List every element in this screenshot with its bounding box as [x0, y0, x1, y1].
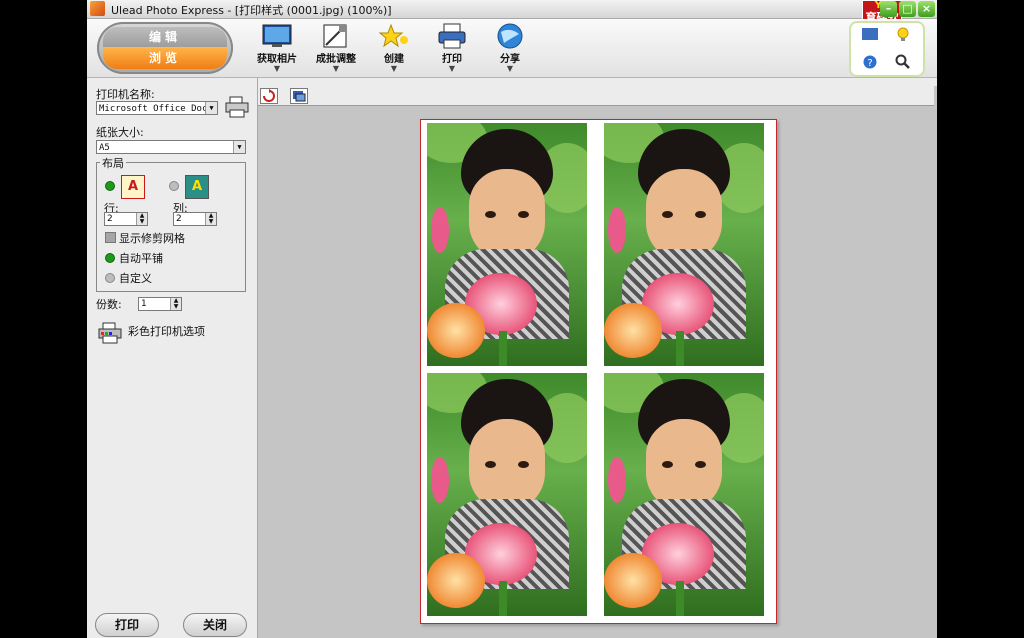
app-icon — [90, 1, 105, 16]
search-icon[interactable] — [895, 54, 911, 70]
mode-switch: 编辑 浏览 — [97, 22, 233, 74]
close-window-button[interactable]: × — [918, 1, 935, 17]
cols-value: 2 — [176, 214, 182, 224]
lightbulb-icon[interactable] — [895, 26, 911, 42]
cols-stepper[interactable]: 2 ▲ ▼ — [173, 212, 217, 226]
maximize-button[interactable]: □ — [899, 1, 916, 17]
rows-stepper[interactable]: 2 ▲ ▼ — [104, 212, 148, 226]
fit-page-icon[interactable] — [290, 88, 308, 104]
chevron-down-icon: ▼ — [332, 64, 340, 73]
tool-label: 获取相片 — [257, 54, 297, 65]
rows-value: 2 — [107, 214, 113, 224]
globe-share-icon — [497, 23, 523, 49]
paper-size-value: A5 — [99, 143, 110, 153]
spin-arrows-icon[interactable]: ▲ ▼ — [136, 213, 147, 225]
photo-tile[interactable] — [604, 123, 764, 366]
printer-name-label: 打印机名称: — [96, 88, 155, 101]
auto-tile-label: 自动平铺 — [119, 252, 163, 265]
layout-portrait-icon[interactable]: A — [121, 175, 145, 199]
print-button[interactable]: 打印 — [95, 613, 159, 637]
custom-label: 自定义 — [119, 272, 152, 285]
photo-tile[interactable] — [604, 373, 764, 616]
chevron-down-icon: ▼ — [506, 64, 514, 73]
tool-label: 创建 — [384, 54, 404, 65]
guide-icon[interactable] — [861, 27, 879, 41]
color-printer-options[interactable]: 彩色打印机选项 — [128, 323, 205, 339]
chevron-down-icon: ▼ — [390, 64, 398, 73]
photo-tile[interactable] — [427, 123, 587, 366]
layout-legend: 布局 — [100, 155, 126, 171]
close-button[interactable]: 关闭 — [183, 613, 247, 637]
copies-label: 份数: — [96, 298, 122, 311]
tool-create[interactable]: 创建 ▼ — [367, 23, 421, 75]
tool-label: 分享 — [500, 54, 520, 65]
help-icon[interactable]: ? — [863, 55, 877, 69]
rotate-icon[interactable] — [260, 88, 278, 104]
minimize-button[interactable]: – — [880, 1, 897, 17]
show-grid-checkbox[interactable] — [105, 232, 116, 243]
mode-edit-button[interactable]: 编辑 — [103, 27, 227, 47]
chevron-down-icon[interactable]: ▼ — [205, 102, 217, 114]
layout-single-radio[interactable] — [105, 181, 115, 191]
photo-tile[interactable] — [427, 373, 587, 616]
layout-multi-radio[interactable] — [169, 181, 179, 191]
paper-size-label: 纸张大小: — [96, 126, 144, 139]
spin-arrows-icon[interactable]: ▲ ▼ — [170, 298, 181, 310]
tool-share[interactable]: 分享 ▼ — [483, 23, 537, 75]
color-printer-icon[interactable] — [98, 322, 122, 344]
monitor-photo-icon — [262, 24, 292, 47]
preview-toolbar — [258, 86, 934, 106]
printer-icon — [438, 23, 466, 49]
print-settings-panel: 打印机名称: Microsoft Office Docu ▼ 纸张大小: A5 … — [87, 78, 258, 638]
copies-stepper[interactable]: 1 ▲ ▼ — [138, 297, 182, 311]
batch-adjust-icon — [323, 24, 347, 48]
tool-batch-adjust[interactable]: 成批调整 ▼ — [309, 23, 363, 75]
custom-radio[interactable] — [105, 273, 115, 283]
chevron-down-icon[interactable]: ▼ — [233, 141, 245, 153]
copies-value: 1 — [141, 299, 147, 309]
chevron-down-icon: ▼ — [448, 64, 456, 73]
show-grid-label: 显示修剪网格 — [119, 232, 185, 245]
paper-size-select[interactable]: A5 ▼ — [96, 140, 246, 154]
layout-group: 布局 A A 行: 2 ▲ ▼ 列: 2 ▲ ▼ 显示修剪网格 自动平铺 自定义 — [96, 155, 246, 292]
chevron-down-icon: ▼ — [273, 64, 281, 73]
printer-select[interactable]: Microsoft Office Docu ▼ — [96, 101, 218, 115]
main-toolbar: 编辑 浏览 获取相片 ▼ 成批调整 ▼ 创建 ▼ 打印 ▼ 分享 ▼ ? — [87, 19, 937, 78]
auto-tile-radio[interactable] — [105, 253, 115, 263]
tool-label: 打印 — [442, 54, 462, 65]
printer-properties-icon[interactable] — [225, 96, 249, 118]
app-window: Ulead Photo Express - [打印样式 (0001.jpg) (… — [87, 0, 937, 638]
spin-arrows-icon[interactable]: ▲ ▼ — [205, 213, 216, 225]
svg-text:?: ? — [867, 58, 872, 69]
tool-print[interactable]: 打印 ▼ — [425, 23, 479, 75]
print-page — [420, 119, 777, 624]
layout-landscape-icon[interactable]: A — [185, 175, 209, 199]
star-create-icon — [379, 23, 408, 48]
mode-browse-button[interactable]: 浏览 — [103, 48, 227, 69]
tool-get-photo[interactable]: 获取相片 ▼ — [250, 23, 304, 75]
printer-select-value: Microsoft Office Docu — [99, 104, 213, 114]
window-title: Ulead Photo Express - [打印样式 (0001.jpg) (… — [111, 4, 392, 17]
title-bar: Ulead Photo Express - [打印样式 (0001.jpg) (… — [87, 0, 937, 37]
help-box: ? — [849, 21, 925, 77]
tool-label: 成批调整 — [316, 54, 356, 65]
